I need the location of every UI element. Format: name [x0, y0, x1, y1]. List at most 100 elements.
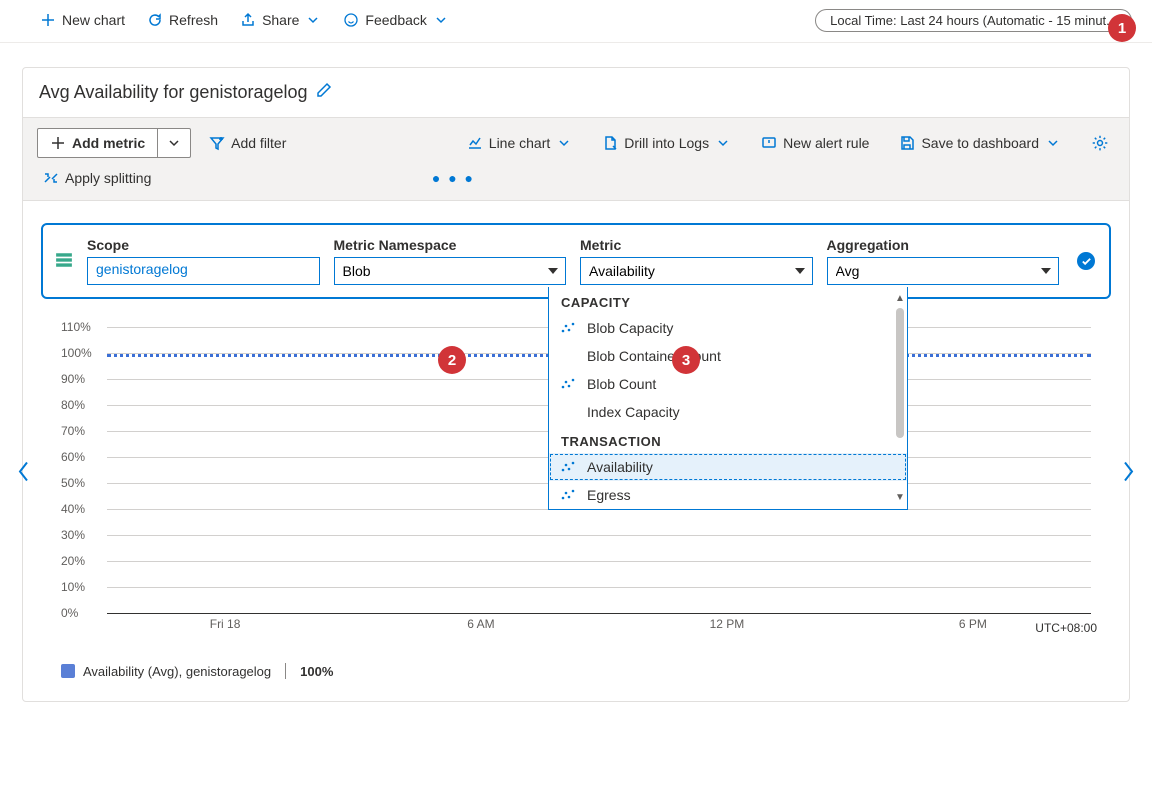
dropdown-item-label: Blob Capacity — [587, 320, 673, 336]
save-dashboard-button[interactable]: Save to dashboard — [893, 131, 1067, 155]
gear-icon — [1091, 134, 1109, 152]
y-tick-label: 20% — [61, 554, 85, 568]
dropdown-item[interactable]: Egress — [549, 481, 907, 509]
metric-dropdown: CAPACITY Blob Capacity Blob Container Coun… — [548, 287, 908, 510]
scope-label: Scope — [87, 237, 320, 253]
metric-sparkle-icon — [561, 377, 577, 391]
dropdown-item-label: Egress — [587, 487, 631, 503]
legend-swatch — [61, 664, 75, 678]
share-icon — [240, 12, 256, 28]
chevron-down-icon — [166, 135, 182, 151]
new-alert-button[interactable]: New alert rule — [755, 131, 875, 155]
y-tick-label: 110% — [61, 320, 91, 334]
alert-icon — [761, 135, 777, 151]
add-metric-dropdown[interactable] — [158, 128, 191, 158]
x-tick-label: 6 PM — [959, 617, 987, 631]
callout-3: 3 — [672, 346, 700, 374]
legend-separator — [285, 663, 286, 679]
chevron-down-icon — [1045, 135, 1061, 151]
timezone-label: UTC+08:00 — [1035, 621, 1097, 635]
legend-value: 100% — [300, 664, 333, 679]
gridline — [107, 535, 1091, 536]
y-tick-label: 100% — [61, 346, 92, 360]
y-tick-label: 70% — [61, 424, 85, 438]
metric-picker-wrap: Scope genistoragelog Metric Namespace Me… — [23, 201, 1129, 299]
legend-text: Availability (Avg), genistoragelog — [83, 664, 271, 679]
more-menu-button[interactable]: ● ● ● — [432, 170, 475, 186]
new-chart-label: New chart — [62, 12, 125, 28]
dropdown-group-header: TRANSACTION — [549, 426, 907, 453]
new-alert-label: New alert rule — [783, 135, 869, 151]
top-toolbar: New chart Refresh Share Feedback Local T… — [0, 0, 1152, 43]
chart-prev-button[interactable] — [17, 460, 31, 487]
y-tick-label: 10% — [61, 580, 85, 594]
drill-logs-button[interactable]: Drill into Logs — [596, 131, 737, 155]
refresh-label: Refresh — [169, 12, 218, 28]
y-tick-label: 60% — [61, 450, 85, 464]
y-tick-label: 40% — [61, 502, 85, 516]
dropdown-item[interactable]: Blob Count — [549, 370, 907, 398]
chart-legend: Availability (Avg), genistoragelog 100% — [23, 647, 1129, 701]
apply-splitting-button[interactable]: Apply splitting — [37, 166, 157, 190]
dropdown-item-label: Blob Count — [587, 376, 656, 392]
dropdown-item[interactable]: Blob Container Count — [549, 342, 907, 370]
metric-sparkle-icon — [561, 321, 577, 335]
metric-label: Metric — [580, 237, 813, 253]
resource-icon — [55, 251, 73, 272]
plus-icon — [50, 135, 66, 151]
filter-icon — [209, 135, 225, 151]
add-filter-button[interactable]: Add filter — [203, 131, 292, 155]
chevron-down-icon — [715, 135, 731, 151]
confirm-icon — [1077, 252, 1095, 270]
card-title-row: Avg Availability for genistoragelog — [23, 68, 1129, 117]
dropdown-item[interactable]: Index Capacity — [549, 398, 907, 426]
drill-logs-label: Drill into Logs — [624, 135, 709, 151]
edit-title-button[interactable] — [316, 82, 332, 103]
chart-card: Avg Availability for genistoragelog Add … — [22, 67, 1130, 702]
dropdown-item-label: Blob Container Count — [587, 348, 721, 364]
x-tick-label: 6 AM — [467, 617, 494, 631]
share-button[interactable]: Share — [236, 8, 325, 32]
line-chart-button[interactable]: Line chart — [461, 131, 578, 155]
new-chart-button[interactable]: New chart — [36, 8, 129, 32]
chevron-down-icon — [433, 12, 449, 28]
chevron-down-icon — [305, 12, 321, 28]
chart-next-button[interactable] — [1121, 460, 1135, 487]
dropdown-group-header: CAPACITY — [549, 287, 907, 314]
y-tick-label: 80% — [61, 398, 85, 412]
add-metric-button[interactable]: Add metric — [37, 128, 158, 158]
dropdown-item[interactable]: Availability — [549, 453, 907, 481]
aggregation-field: Aggregation — [827, 237, 1060, 285]
y-tick-label: 90% — [61, 372, 85, 386]
time-range-pill[interactable]: Local Time: Last 24 hours (Automatic - 1… — [815, 9, 1132, 32]
dropdown-scrollbar[interactable]: ▲▼ — [895, 293, 905, 503]
metric-select[interactable] — [580, 257, 813, 285]
pencil-icon — [316, 82, 332, 98]
refresh-button[interactable]: Refresh — [143, 8, 222, 32]
x-tick-label: Fri 18 — [210, 617, 241, 631]
namespace-field: Metric Namespace — [334, 237, 567, 285]
apply-splitting-label: Apply splitting — [65, 170, 151, 186]
feedback-button[interactable]: Feedback — [339, 8, 452, 32]
smiley-icon — [343, 12, 359, 28]
x-tick-label: 12 PM — [710, 617, 745, 631]
add-filter-label: Add filter — [231, 135, 286, 151]
scope-value[interactable]: genistoragelog — [87, 257, 320, 285]
save-icon — [899, 135, 915, 151]
add-metric-label: Add metric — [72, 135, 145, 151]
metric-field: Metric — [580, 237, 813, 285]
namespace-label: Metric Namespace — [334, 237, 567, 253]
y-tick-label: 30% — [61, 528, 85, 542]
line-chart-icon — [467, 135, 483, 151]
logs-icon — [602, 135, 618, 151]
dropdown-item[interactable]: Blob Capacity — [549, 314, 907, 342]
split-icon — [43, 170, 59, 186]
y-tick-label: 0% — [61, 606, 78, 620]
y-tick-label: 50% — [61, 476, 85, 490]
gridline — [107, 561, 1091, 562]
aggregation-select[interactable] — [827, 257, 1060, 285]
settings-button[interactable] — [1085, 130, 1115, 156]
aggregation-label: Aggregation — [827, 237, 1060, 253]
namespace-select[interactable] — [334, 257, 567, 285]
callout-1: 1 — [1108, 14, 1136, 42]
